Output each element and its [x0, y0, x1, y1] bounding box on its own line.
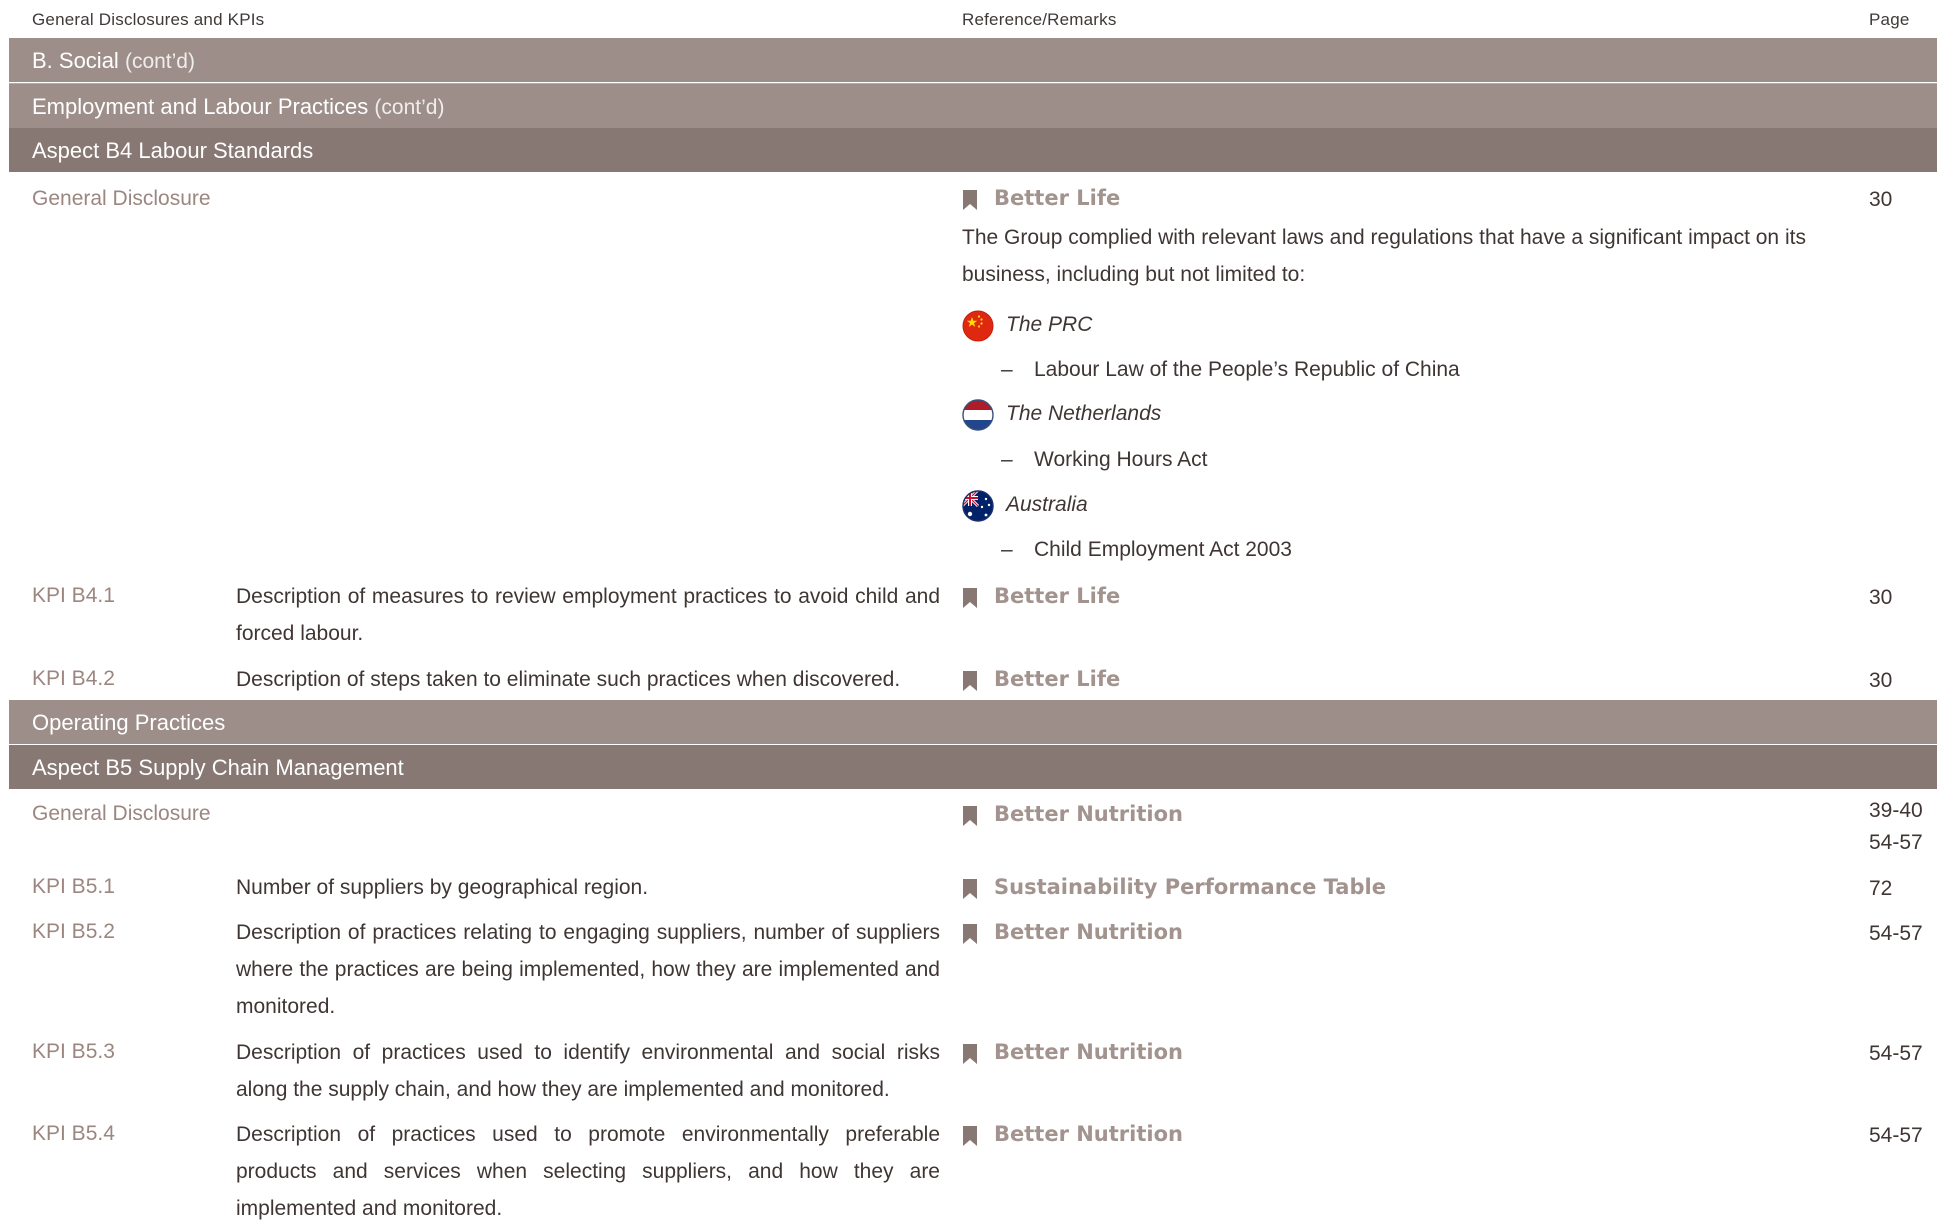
kpi-label: KPI B4.2 [32, 667, 115, 690]
bookmark-icon [963, 671, 977, 691]
kpi-description: Description of practices used to identif… [236, 1041, 940, 1101]
page-number: 54-57 [1869, 922, 1923, 945]
section-band-employment: Employment and Labour Practices (cont’d) [9, 83, 1937, 128]
reference-label: Better Nutrition [994, 1040, 1183, 1064]
gri-index-page: General Disclosures and KPIs Reference/R… [0, 0, 1942, 1220]
reference-label: Better Life [994, 667, 1121, 691]
law-name: Child Employment Act 2003 [1034, 538, 1292, 561]
aspect-band-b4: Aspect B4 Labour Standards [9, 128, 1937, 172]
page-number: 30 [1869, 188, 1893, 211]
bookmark-icon [963, 924, 977, 944]
subsection-title: Operating Practices [32, 710, 226, 735]
kpi-label: KPI B5.2 [32, 920, 115, 943]
compliance-paragraph: The Group complied with relevant laws an… [962, 226, 1806, 286]
page-number: 54-57 [1869, 1042, 1923, 1065]
kpi-label: KPI B5.4 [32, 1122, 115, 1145]
law-name: Labour Law of the People’s Republic of C… [1034, 358, 1460, 381]
dash-bullet: – [1001, 538, 1013, 561]
section-title: B. Social [32, 48, 119, 73]
kpi-label: KPI B4.1 [32, 584, 115, 607]
reference-label: Better Life [994, 584, 1121, 608]
kpi-description: Number of suppliers by geographical regi… [236, 876, 649, 899]
reference-label: Sustainability Performance Table [994, 875, 1386, 899]
bookmark-icon [963, 190, 977, 210]
bookmark-icon [963, 879, 977, 899]
subsection-title: Employment and Labour Practices [32, 94, 369, 119]
page-range-list: 39-40 54-57 [1869, 795, 1923, 859]
general-disclosure-label: General Disclosure [32, 187, 211, 210]
bookmark-icon [963, 1044, 977, 1064]
page-number: 30 [1869, 586, 1893, 609]
china-flag-icon [962, 310, 994, 342]
kpi-description: Description of measures to review employ… [236, 585, 940, 645]
country-name: Australia [1006, 493, 1088, 516]
page-number: 72 [1869, 877, 1893, 900]
reference-label: Better Life [994, 186, 1121, 210]
australia-flag-icon [962, 490, 994, 522]
section-cont: (cont’d) [124, 50, 195, 73]
page-number: 30 [1869, 669, 1893, 692]
aspect-title: Aspect B4 Labour Standards [32, 138, 314, 163]
kpi-description: Description of practices relating to eng… [236, 921, 940, 1018]
kpi-description: Description of steps taken to eliminate … [236, 668, 901, 691]
country-name: The PRC [1006, 313, 1093, 336]
reference-label: Better Nutrition [994, 802, 1183, 826]
page-number: 39-40 [1869, 799, 1923, 822]
bookmark-icon [963, 1126, 977, 1146]
law-name: Working Hours Act [1034, 448, 1208, 471]
column-header-page: Page [1869, 10, 1910, 29]
law-item: – Labour Law of the People’s Republic of … [1001, 358, 1460, 382]
column-header-disclosures: General Disclosures and KPIs [32, 10, 265, 29]
aspect-title: Aspect B5 Supply Chain Management [32, 755, 404, 780]
subsection-cont: (cont’d) [374, 96, 445, 119]
bookmark-icon [963, 806, 977, 826]
law-item: – Child Employment Act 2003 [1001, 538, 1292, 562]
reference-label: Better Nutrition [994, 920, 1183, 944]
dash-bullet: – [1001, 358, 1013, 381]
aspect-band-b5: Aspect B5 Supply Chain Management [9, 745, 1937, 789]
column-header-reference: Reference/Remarks [962, 10, 1117, 29]
reference-label: Better Nutrition [994, 1122, 1183, 1146]
bookmark-icon [963, 588, 977, 608]
section-band-operating: Operating Practices [9, 700, 1937, 744]
general-disclosure-label: General Disclosure [32, 802, 211, 825]
netherlands-flag-icon [962, 399, 994, 431]
kpi-label: KPI B5.3 [32, 1040, 115, 1063]
kpi-description: Description of practices used to promote… [236, 1123, 940, 1220]
dash-bullet: – [1001, 448, 1013, 471]
country-name: The Netherlands [1006, 402, 1162, 425]
page-number: 54-57 [1869, 1124, 1923, 1147]
law-item: – Working Hours Act [1001, 448, 1208, 472]
kpi-label: KPI B5.1 [32, 875, 115, 898]
section-band-social: B. Social (cont’d) [9, 38, 1937, 82]
page-number: 54-57 [1869, 831, 1923, 854]
